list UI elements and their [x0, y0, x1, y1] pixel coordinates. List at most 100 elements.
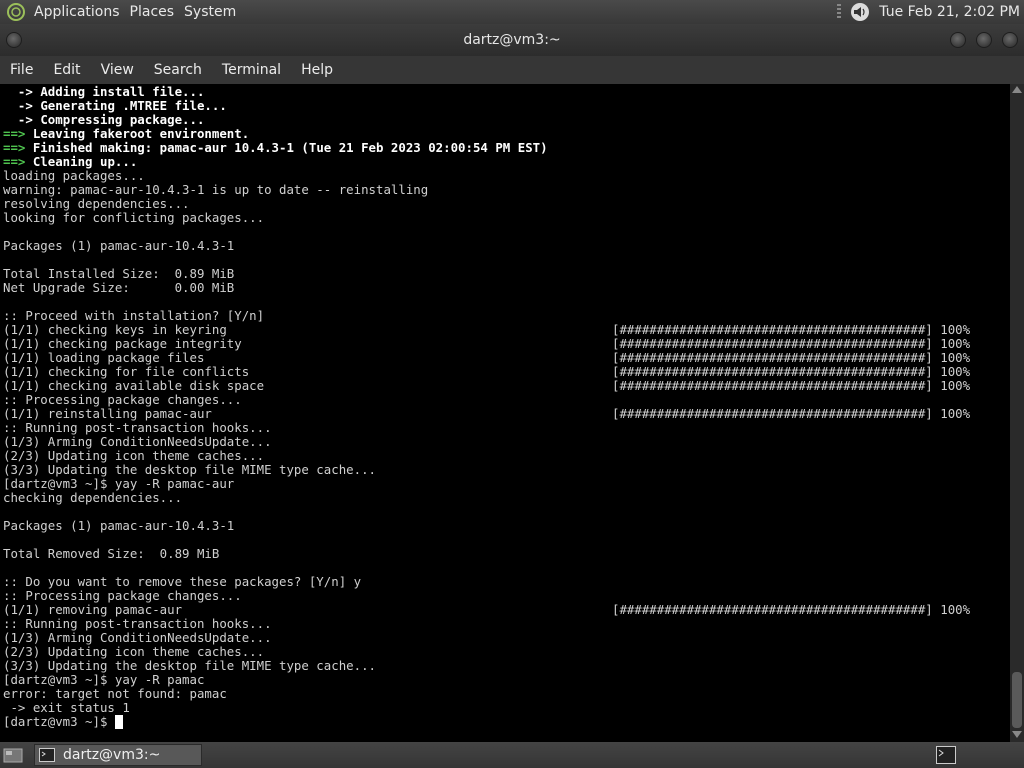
terminal-line: (1/1) checking keys in keyring [#########… [3, 323, 1010, 337]
terminal-line: [dartz@vm3 ~]$ yay -R pamac [3, 673, 1010, 687]
menu-search[interactable]: Search [144, 62, 212, 78]
system-menu[interactable]: System [182, 4, 244, 20]
terminal-line: ==> Leaving fakeroot environment. [3, 127, 1010, 141]
terminal-line: (1/1) removing pamac-aur [###############… [3, 603, 1010, 617]
terminal-output[interactable]: -> Adding install file... -> Generating … [0, 84, 1010, 742]
scroll-down-icon[interactable] [1012, 731, 1022, 738]
cursor [114, 715, 123, 729]
terminal-text: ==> [3, 126, 33, 141]
terminal-line: (1/1) reinstalling pamac-aur [###########… [3, 407, 1010, 421]
volume-icon[interactable] [849, 2, 871, 22]
terminal-line: -> Generating .MTREE file... [3, 99, 1010, 113]
terminal-text: -> [3, 112, 41, 127]
terminal-text: -> [3, 84, 41, 99]
applications-menu[interactable]: Applications [32, 4, 128, 20]
progress-bar: [#######################################… [612, 602, 971, 617]
clock[interactable]: Tue Feb 21, 2:02 PM [879, 4, 1020, 20]
terminal-text: [dartz@vm3 ~]$ yay -R pamac-aur [3, 476, 235, 491]
taskbar-window-button[interactable]: dartz@vm3:~ [34, 744, 202, 766]
terminal-text: Packages (1) pamac-aur-10.4.3-1 [3, 238, 235, 253]
terminal-line: :: Processing package changes... [3, 393, 1010, 407]
terminal-line: (1/1) checking package integrity [#######… [3, 337, 1010, 351]
terminal-text: Adding install file... [40, 84, 205, 99]
places-menu[interactable]: Places [128, 4, 183, 20]
progress-bar: [#######################################… [612, 406, 971, 421]
terminal-text: (3/3) Updating the desktop file MIME typ… [3, 462, 376, 477]
top-panel: Applications Places System Tue Feb 21, 2… [0, 0, 1024, 24]
terminal-text: :: Do you want to remove these packages?… [3, 574, 362, 589]
terminal-text: [dartz@vm3 ~]$ yay -R pamac [3, 672, 205, 687]
menu-file[interactable]: File [0, 62, 43, 78]
terminal-text: Finished making: pamac-aur 10.4.3-1 (Tue… [32, 140, 548, 155]
scrollbar[interactable] [1010, 84, 1024, 742]
terminal-line: (1/1) checking available disk space [####… [3, 379, 1010, 393]
terminal-line: warning: pamac-aur-10.4.3-1 is up to dat… [3, 183, 1010, 197]
terminal-text: loading packages... [3, 168, 145, 183]
terminal-text: Leaving fakeroot environment. [32, 126, 250, 141]
terminal-icon[interactable] [936, 746, 956, 764]
terminal-text: Total Installed Size: 0.89 MiB [3, 266, 235, 281]
terminal-line: [dartz@vm3 ~]$ yay -R pamac-aur [3, 477, 1010, 491]
terminal-text: ==> [3, 140, 33, 155]
terminal-text: Total Removed Size: 0.89 MiB [3, 546, 220, 561]
terminal-text: (3/3) Updating the desktop file MIME typ… [3, 658, 376, 673]
terminal-line: (1/1) loading package files [############… [3, 351, 1010, 365]
close-button[interactable] [1002, 32, 1018, 48]
maximize-button[interactable] [976, 32, 992, 48]
menubar: File Edit View Search Terminal Help [0, 56, 1024, 84]
terminal-line: ==> Cleaning up... [3, 155, 1010, 169]
terminal-text: ==> [3, 154, 33, 169]
terminal-text: (1/1) removing pamac-aur [3, 602, 183, 617]
menu-help[interactable]: Help [291, 62, 343, 78]
terminal-text: -> [3, 98, 41, 113]
terminal-text: warning: pamac-aur-10.4.3-1 is up to dat… [3, 182, 429, 197]
terminal-line: checking dependencies... [3, 491, 1010, 505]
taskbar-window-label: dartz@vm3:~ [63, 747, 161, 763]
terminal-line: ==> Finished making: pamac-aur 10.4.3-1 … [3, 141, 1010, 155]
scrollbar-thumb[interactable] [1012, 672, 1022, 728]
terminal-text: Generating .MTREE file... [40, 98, 227, 113]
terminal-text: (1/1) checking available disk space [3, 378, 265, 393]
terminal-line: Packages (1) pamac-aur-10.4.3-1 [3, 239, 1010, 253]
window-titlebar[interactable]: dartz@vm3:~ [0, 24, 1024, 56]
terminal-line: Packages (1) pamac-aur-10.4.3-1 [3, 519, 1010, 533]
terminal-text: Net Upgrade Size: 0.00 MiB [3, 280, 235, 295]
menu-edit[interactable]: Edit [43, 62, 90, 78]
terminal-text: (1/1) checking package integrity [3, 336, 242, 351]
panel-grip-icon [837, 4, 842, 20]
terminal-line: (1/3) Arming ConditionNeedsUpdate... [3, 435, 1010, 449]
terminal-text: resolving dependencies... [3, 196, 190, 211]
terminal-icon [39, 748, 55, 762]
terminal-text: (1/3) Arming ConditionNeedsUpdate... [3, 434, 272, 449]
terminal-text: :: Proceed with installation? [Y/n] [3, 308, 265, 323]
terminal-text: (1/1) reinstalling pamac-aur [3, 406, 212, 421]
terminal-text: checking dependencies... [3, 490, 183, 505]
terminal-line: :: Do you want to remove these packages?… [3, 575, 1010, 589]
terminal-text: (2/3) Updating icon theme caches... [3, 644, 265, 659]
terminal-text: :: Processing package changes... [3, 588, 242, 603]
terminal-line: (1/3) Arming ConditionNeedsUpdate... [3, 631, 1010, 645]
terminal-line: resolving dependencies... [3, 197, 1010, 211]
scroll-up-icon[interactable] [1012, 86, 1022, 93]
panel-tray: Tue Feb 21, 2:02 PM [837, 2, 1024, 22]
terminal-line: Total Removed Size: 0.89 MiB [3, 547, 1010, 561]
terminal-text: Compressing package... [40, 112, 205, 127]
menu-view[interactable]: View [91, 62, 144, 78]
terminal-line: :: Proceed with installation? [Y/n] [3, 309, 1010, 323]
terminal-line: :: Processing package changes... [3, 589, 1010, 603]
menu-terminal[interactable]: Terminal [212, 62, 291, 78]
terminal-text: Cleaning up... [32, 154, 138, 169]
minimize-button[interactable] [950, 32, 966, 48]
distro-logo-icon[interactable] [6, 2, 26, 22]
show-desktop-icon[interactable] [3, 746, 23, 764]
terminal-text: (1/1) loading package files [3, 350, 205, 365]
terminal-line: (2/3) Updating icon theme caches... [3, 449, 1010, 463]
bottom-panel: dartz@vm3:~ [0, 742, 1024, 768]
terminal-line: loading packages... [3, 169, 1010, 183]
progress-bar: [#######################################… [612, 378, 971, 393]
